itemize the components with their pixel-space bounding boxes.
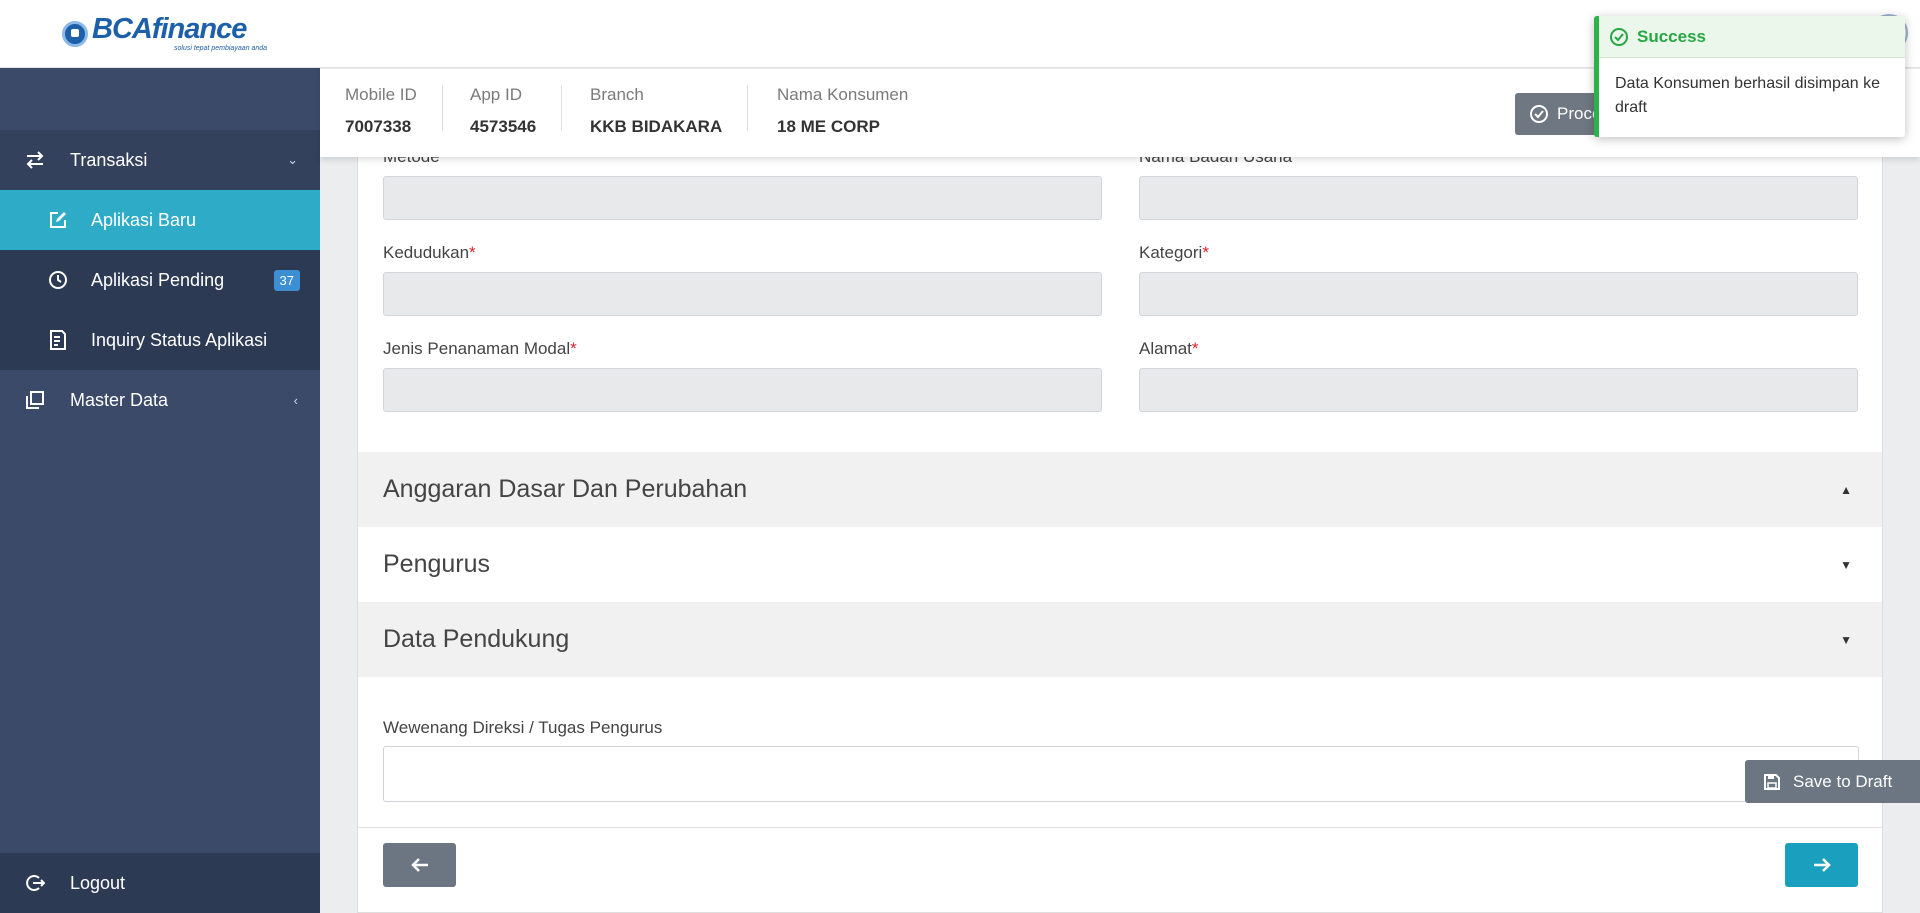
edit-square-icon [47,209,69,231]
caret-down-icon: ▼ [1840,632,1852,647]
clock-icon [47,269,69,291]
wewenang-label: Wewenang Direksi / Tugas Pengurus [383,718,663,737]
bca-emblem-icon [62,20,88,47]
logo-brand-text: BCAfinance [92,13,247,45]
sidebar-item-label: Aplikasi Baru [91,209,197,230]
form-card: Metode* Nama Badan Usaha* Kedudukan* Kat… [357,120,1883,913]
kedudukan-field: Kedudukan* [383,243,1102,316]
alamat-label: Alamat* [1139,339,1199,358]
nama-konsumen-label: Nama Konsumen [777,85,909,104]
caret-up-icon: ▲ [1840,482,1852,497]
kategori-input[interactable] [1139,272,1858,316]
toast-title: Success [1637,26,1706,46]
transaksi-submenu: Aplikasi Baru Aplikasi Pending 37 Inquir… [0,190,320,370]
jenis-penanaman-modal-input[interactable] [383,368,1102,412]
kedudukan-input[interactable] [383,272,1102,316]
nama-konsumen-block: Nama Konsumen 18 ME CORP [777,85,933,137]
chevron-down-icon: ⌄ [287,152,298,167]
toast-header: Success [1599,16,1905,58]
branch-block: Branch KKB BIDAKARA [590,85,749,136]
sidebar-group-transaksi[interactable]: Transaksi ⌄ [0,130,320,190]
next-button[interactable] [1785,843,1858,887]
mobile-id-value: 7007338 [345,117,412,136]
swap-arrows-icon [22,149,48,171]
section-anggaran-dasar[interactable]: Anggaran Dasar Dan Perubahan ▲ [358,452,1882,527]
bca-finance-logo: BCAfinance solusi tepat pembiayaan anda [62,15,267,52]
mobile-id-label: Mobile ID [345,85,417,104]
document-list-icon [47,329,69,351]
logout-label: Logout [70,872,126,893]
sidebar-item-label: Aplikasi Pending [91,269,225,290]
mobile-id-block: Mobile ID 7007338 [345,85,443,136]
branch-label: Branch [590,85,644,104]
logout-icon [22,872,48,894]
sidebar: BCAfinance solusi tepat pembiayaan anda … [0,0,320,913]
sidebar-item-label: Inquiry Status Aplikasi [91,329,268,350]
wewenang-textarea[interactable] [383,746,1859,802]
kategori-field: Kategori* [1139,243,1858,316]
pending-count-badge: 37 [273,269,300,291]
logo-area[interactable]: BCAfinance solusi tepat pembiayaan anda [0,0,320,68]
section-data-pendukung[interactable]: Data Pendukung ▼ [358,602,1882,677]
success-toast[interactable]: Success Data Konsumen berhasil disimpan … [1594,16,1905,137]
branch-value: KKB BIDAKARA [590,117,723,136]
nama-konsumen-value: 18 ME CORP [777,117,880,136]
arrow-left-icon [410,858,428,872]
sidebar-nav: Transaksi ⌄ Aplikasi Baru Aplikasi Pendi… [0,130,320,430]
sidebar-group-label: Transaksi [70,149,148,170]
arrow-right-icon [1813,858,1831,872]
kedudukan-label: Kedudukan* [383,243,476,262]
logo-tagline: solusi tepat pembiayaan anda [174,45,268,52]
kategori-label: Kategori* [1139,243,1209,262]
nama-badan-usaha-input[interactable] [1139,176,1858,220]
save-to-draft-button[interactable]: Save to Draft [1745,760,1920,803]
logout-button[interactable]: Logout [0,853,320,913]
sidebar-item-aplikasi-baru[interactable]: Aplikasi Baru [0,190,320,250]
app-id-value: 4573546 [470,117,537,136]
sidebar-item-inquiry-status[interactable]: Inquiry Status Aplikasi [0,310,320,370]
toast-message: Data Konsumen berhasil disimpan ke draft [1615,75,1881,116]
jenis-penanaman-modal-field: Jenis Penanaman Modal* [383,339,1102,412]
alamat-field: Alamat* [1139,339,1858,412]
app-id-label: App ID [470,85,522,104]
chevron-left-icon: ‹ [293,392,298,408]
alamat-input[interactable] [1139,368,1858,412]
floppy-disk-icon [1764,773,1780,790]
check-circle-icon [1530,105,1548,123]
nama-badan-usaha-field: Nama Badan Usaha* [1139,147,1858,220]
card-footer-divider [358,827,1882,828]
section-title: Pengurus [383,550,491,578]
section-title: Data Pendukung [383,625,570,653]
stack-pages-icon [22,389,48,411]
metode-input[interactable] [383,176,1102,220]
metode-field: Metode* [383,147,1102,220]
caret-down-icon: ▼ [1840,557,1852,572]
sidebar-item-aplikasi-pending[interactable]: Aplikasi Pending 37 [0,250,320,310]
back-button[interactable] [383,843,456,887]
sidebar-group-master-data[interactable]: Master Data ‹ [0,370,320,430]
sidebar-group-label: Master Data [70,389,169,410]
save-to-draft-label: Save to Draft [1793,771,1893,791]
app-id-block: App ID 4573546 [470,85,563,136]
check-circle-icon [1610,27,1628,46]
section-pengurus[interactable]: Pengurus ▼ [358,527,1882,602]
jenis-penanaman-modal-label: Jenis Penanaman Modal* [383,339,577,358]
section-title: Anggaran Dasar Dan Perubahan [383,475,748,503]
